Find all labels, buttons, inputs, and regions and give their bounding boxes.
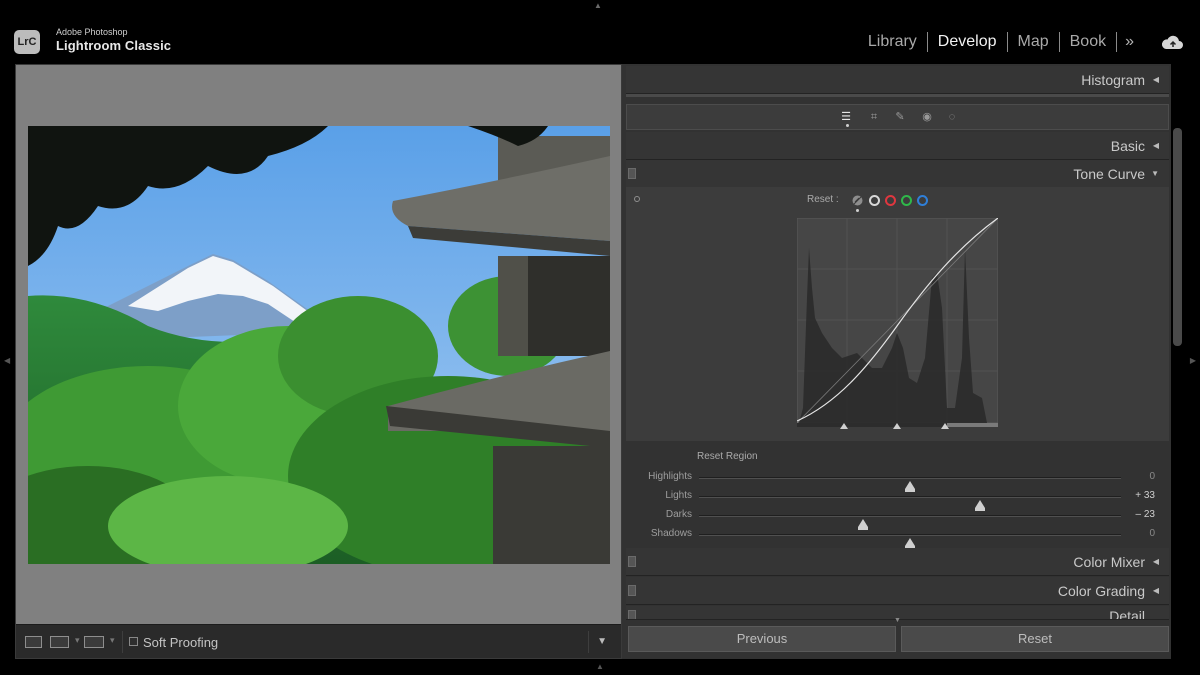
parametric-curve-icon[interactable] <box>852 195 863 206</box>
reset-button[interactable]: Reset <box>901 626 1169 652</box>
edit-sliders-icon[interactable]: ☰ <box>839 110 853 124</box>
slider-highlights: Highlights 0 <box>626 469 1169 492</box>
red-eye-icon[interactable]: ◉ <box>920 110 934 124</box>
top-panel-toggle-icon[interactable]: ▲ <box>594 2 602 10</box>
reset-region-label[interactable]: Reset Region <box>697 451 758 462</box>
panel-scrollbar[interactable] <box>1173 128 1182 346</box>
panel-title: Color Mixer <box>1073 554 1145 570</box>
app-logo: LrC <box>14 30 40 54</box>
soft-proofing-checkbox[interactable] <box>129 637 138 646</box>
slider-thumb[interactable] <box>905 538 915 549</box>
slider-track[interactable] <box>699 534 1121 549</box>
panel-basic[interactable]: Basic ◀ <box>626 132 1169 160</box>
targeted-adjustment-icon[interactable] <box>634 196 640 202</box>
identity-plate: ▲ LrC Adobe Photoshop Lightroom Classic … <box>0 0 1200 64</box>
before-after-menu-icon[interactable]: ▾ <box>75 635 80 646</box>
slider-track[interactable] <box>699 515 1121 530</box>
left-panel-toggle-icon[interactable]: ◀ <box>4 356 10 365</box>
slider-value[interactable]: – 23 <box>1136 509 1155 520</box>
module-book[interactable]: Book <box>1060 32 1116 52</box>
histogram-divider <box>626 94 1169 97</box>
scroll-down-icon[interactable]: ▼ <box>894 617 901 624</box>
panel-tone-curve[interactable]: Tone Curve ▼ <box>626 160 1169 188</box>
cloud-sync-icon[interactable] <box>1160 33 1184 51</box>
panel-switch-icon[interactable] <box>628 585 636 596</box>
module-map[interactable]: Map <box>1008 32 1059 52</box>
panel-switch-icon[interactable] <box>628 168 636 179</box>
slider-track[interactable] <box>699 477 1121 492</box>
copy-settings-menu-icon[interactable]: ▾ <box>110 635 115 646</box>
slider-darks: Darks – 23 <box>626 507 1169 530</box>
masking-icon[interactable]: ◌ <box>945 110 959 124</box>
panel-title: Detail <box>1109 608 1145 620</box>
collapse-triangle-icon[interactable]: ◀ <box>1153 557 1159 566</box>
panel-title: Tone Curve <box>1073 166 1145 182</box>
red-channel-icon[interactable] <box>885 195 896 206</box>
slider-lights: Lights + 33 <box>626 488 1169 511</box>
copy-settings-icon[interactable] <box>84 636 104 648</box>
module-picker: Library Develop Map Book » <box>858 32 1134 52</box>
module-develop[interactable]: Develop <box>928 32 1007 52</box>
slider-label: Darks <box>665 509 692 520</box>
before-after-view-icon[interactable] <box>50 636 69 648</box>
expand-triangle-icon[interactable]: ▼ <box>1151 169 1159 178</box>
panel-switch-icon[interactable] <box>628 556 636 567</box>
tone-curve-graph[interactable] <box>797 218 998 430</box>
tone-curve-body: Reset : Reset Region Highlights 0 Lights… <box>626 187 1169 549</box>
slider-value[interactable]: 0 <box>1149 528 1155 539</box>
slider-value[interactable]: 0 <box>1149 471 1155 482</box>
panel-color-mixer[interactable]: Color Mixer ◀ <box>626 548 1169 576</box>
panel-switch-icon[interactable] <box>628 610 636 619</box>
blue-channel-icon[interactable] <box>917 195 928 206</box>
slider-label: Highlights <box>648 471 692 482</box>
panel-title: Histogram <box>1081 72 1145 88</box>
toolbar-divider <box>122 631 123 653</box>
more-modules-icon[interactable]: » <box>1117 33 1134 51</box>
slider-shadows: Shadows 0 <box>626 526 1169 549</box>
loupe-view-icon[interactable] <box>25 636 42 648</box>
panel-buttons: Previous Reset <box>626 624 1169 654</box>
slider-value[interactable]: + 33 <box>1135 490 1155 501</box>
slider-label: Lights <box>665 490 692 501</box>
photo-graphic <box>28 126 610 564</box>
filmstrip-toggle-icon[interactable]: ▲ <box>596 662 604 671</box>
collapse-triangle-icon[interactable]: ◀ <box>1153 586 1159 595</box>
panel-color-grading[interactable]: Color Grading ◀ <box>626 577 1169 605</box>
panel-title: Color Grading <box>1057 583 1145 599</box>
active-channel-indicator <box>856 209 859 212</box>
toolbar-divider <box>588 631 589 653</box>
photo-preview-area: ▾ ▾ Soft Proofing ▼ <box>15 64 622 659</box>
crop-icon[interactable]: ⌗ <box>867 110 881 124</box>
panel-histogram[interactable]: Histogram ◀ <box>626 66 1169 94</box>
module-library[interactable]: Library <box>858 32 927 52</box>
app-vendor: Adobe Photoshop <box>56 27 128 37</box>
view-toolbar: ▾ ▾ Soft Proofing ▼ <box>16 624 621 658</box>
healing-icon[interactable]: ✎ <box>893 110 907 124</box>
develop-panel: Histogram ◀ ☰ ⌗ ✎ ◉ ◌ Basic ◀ Tone Curve… <box>622 64 1171 659</box>
panel-title: Basic <box>1110 138 1145 154</box>
slider-label: Shadows <box>650 528 692 539</box>
green-channel-icon[interactable] <box>901 195 912 206</box>
rgb-channel-icon[interactable] <box>869 195 880 206</box>
active-tool-indicator <box>846 124 849 127</box>
photo-image[interactable] <box>28 126 610 564</box>
tool-strip: ☰ ⌗ ✎ ◉ ◌ <box>626 104 1169 130</box>
collapse-triangle-icon[interactable]: ◀ <box>1153 141 1159 150</box>
toolbar-options-icon[interactable]: ▼ <box>597 636 607 647</box>
app-name: Lightroom Classic <box>56 38 172 53</box>
collapse-triangle-icon[interactable]: ◀ <box>1153 75 1159 84</box>
previous-button[interactable]: Previous <box>628 626 896 652</box>
soft-proofing-label: Soft Proofing <box>143 635 219 650</box>
slider-track[interactable] <box>699 496 1121 511</box>
channel-reset-label[interactable]: Reset : <box>807 194 839 205</box>
right-panel-toggle-icon[interactable]: ▶ <box>1190 356 1196 365</box>
